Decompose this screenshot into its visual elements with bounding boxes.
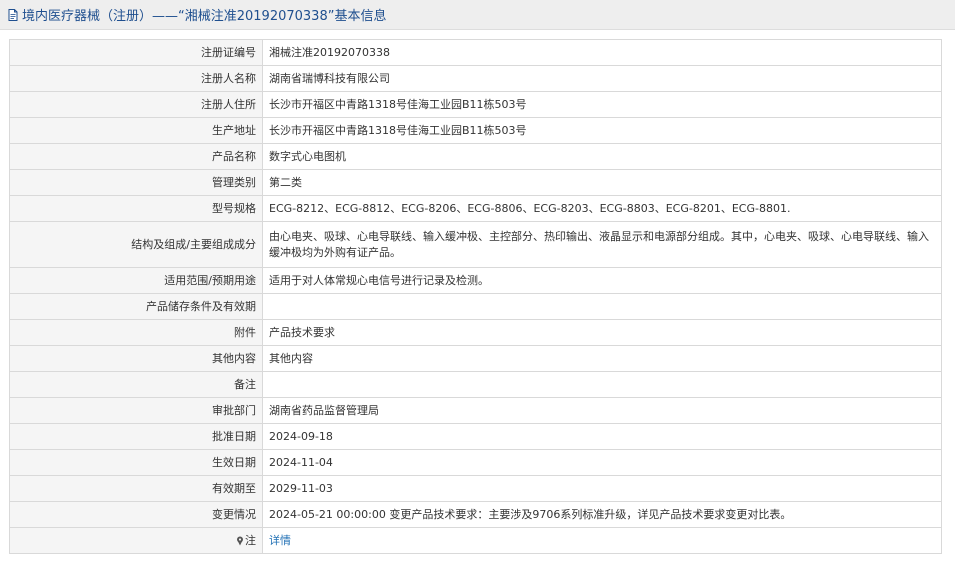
- table-row: 变更情况 2024-05-21 00:00:00 变更产品技术要求：主要涉及97…: [9, 501, 942, 528]
- field-value: 2024-11-04: [262, 449, 942, 476]
- field-label: 注册证编号: [9, 39, 263, 66]
- table-row: 管理类别 第二类: [9, 169, 942, 196]
- table-row: 生产地址 长沙市开福区中青路1318号佳海工业园B11栋503号: [9, 117, 942, 144]
- table-row: 适用范围/预期用途 适用于对人体常规心电信号进行记录及检测。: [9, 267, 942, 294]
- field-value: [262, 371, 942, 398]
- table-row: 注册人住所 长沙市开福区中青路1318号佳海工业园B11栋503号: [9, 91, 942, 118]
- field-value: 长沙市开福区中青路1318号佳海工业园B11栋503号: [262, 117, 942, 144]
- field-label: 型号规格: [9, 195, 263, 222]
- field-value: 适用于对人体常规心电信号进行记录及检测。: [262, 267, 942, 294]
- table-row: 备注: [9, 371, 942, 398]
- table-row: 注册人名称 湖南省瑞博科技有限公司: [9, 65, 942, 92]
- field-label: 审批部门: [9, 397, 263, 424]
- table-row: 批准日期 2024-09-18: [9, 423, 942, 450]
- table-row: 生效日期 2024-11-04: [9, 449, 942, 476]
- field-value: [262, 293, 942, 320]
- field-label: 生产地址: [9, 117, 263, 144]
- table-row: 产品名称 数字式心电图机: [9, 143, 942, 170]
- document-icon: [6, 8, 20, 22]
- note-label: 注: [245, 533, 256, 547]
- field-label: 结构及组成/主要组成成分: [9, 221, 263, 268]
- details-link[interactable]: 详情: [269, 534, 291, 547]
- field-value: 2029-11-03: [262, 475, 942, 502]
- field-value: 数字式心电图机: [262, 143, 942, 170]
- field-label: 注册人住所: [9, 91, 263, 118]
- table-row: 注册证编号 湘械注准20192070338: [9, 39, 942, 66]
- field-value: 2024-05-21 00:00:00 变更产品技术要求：主要涉及9706系列标…: [262, 501, 942, 528]
- field-value: 产品技术要求: [262, 319, 942, 346]
- field-label: 管理类别: [9, 169, 263, 196]
- field-label: 有效期至: [9, 475, 263, 502]
- table-row: 其他内容 其他内容: [9, 345, 942, 372]
- info-table: 注册证编号 湘械注准20192070338 注册人名称 湖南省瑞博科技有限公司 …: [9, 39, 942, 554]
- note-value-cell: 详情: [262, 527, 942, 554]
- field-label: 变更情况: [9, 501, 263, 528]
- field-value: 湖南省药品监督管理局: [262, 397, 942, 424]
- table-row: 审批部门 湖南省药品监督管理局: [9, 397, 942, 424]
- field-value: 由心电夹、吸球、心电导联线、输入缓冲极、主控部分、热印输出、液晶显示和电源部分组…: [262, 221, 942, 268]
- field-label: 生效日期: [9, 449, 263, 476]
- note-label-cell: 注: [9, 527, 263, 554]
- page-title: 境内医疗器械（注册）——“湘械注准20192070338”基本信息: [22, 9, 387, 24]
- field-label: 批准日期: [9, 423, 263, 450]
- table-row: 产品储存条件及有效期: [9, 293, 942, 320]
- field-value: 第二类: [262, 169, 942, 196]
- page-header: 境内医疗器械（注册）——“湘械注准20192070338”基本信息: [0, 0, 955, 30]
- table-row: 附件 产品技术要求: [9, 319, 942, 346]
- note-row: 注 详情: [9, 527, 942, 554]
- field-value: 湖南省瑞博科技有限公司: [262, 65, 942, 92]
- table-row: 有效期至 2029-11-03: [9, 475, 942, 502]
- field-label: 适用范围/预期用途: [9, 267, 263, 294]
- table-row: 型号规格 ECG-8212、ECG-8812、ECG-8206、ECG-8806…: [9, 195, 942, 222]
- field-value: 湘械注准20192070338: [262, 39, 942, 66]
- field-label: 备注: [9, 371, 263, 398]
- table-row: 结构及组成/主要组成成分 由心电夹、吸球、心电导联线、输入缓冲极、主控部分、热印…: [9, 221, 942, 268]
- field-value: ECG-8212、ECG-8812、ECG-8206、ECG-8806、ECG-…: [262, 195, 942, 222]
- field-label: 附件: [9, 319, 263, 346]
- field-label: 注册人名称: [9, 65, 263, 92]
- field-label: 其他内容: [9, 345, 263, 372]
- field-value: 2024-09-18: [262, 423, 942, 450]
- pin-icon: [236, 536, 244, 546]
- field-label: 产品储存条件及有效期: [9, 293, 263, 320]
- field-value: 其他内容: [262, 345, 942, 372]
- field-label: 产品名称: [9, 143, 263, 170]
- field-value: 长沙市开福区中青路1318号佳海工业园B11栋503号: [262, 91, 942, 118]
